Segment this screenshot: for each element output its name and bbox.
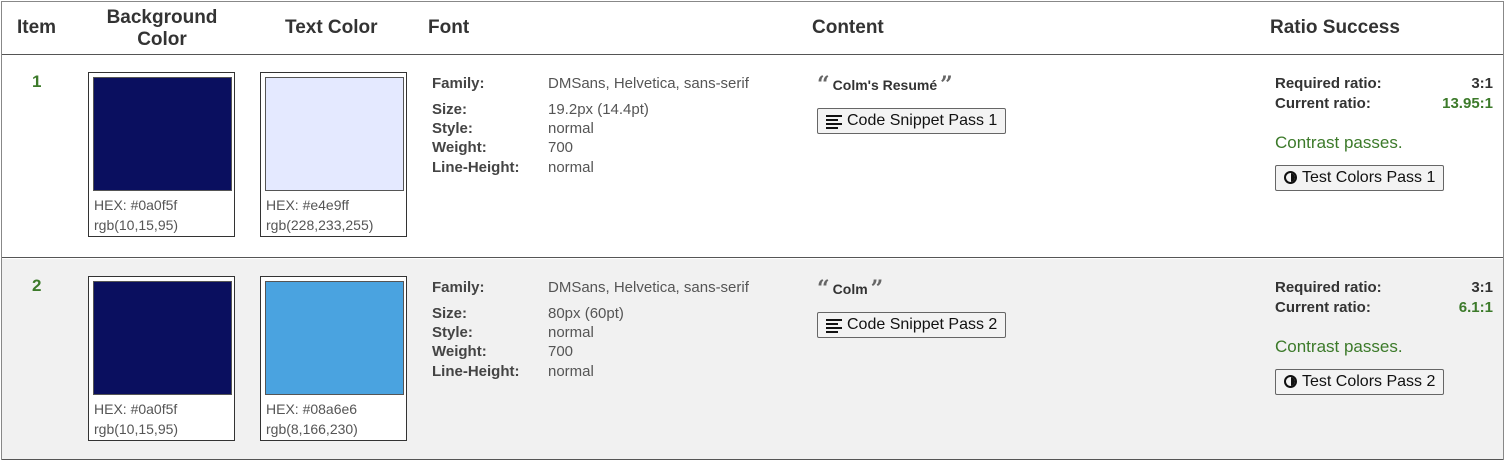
background-color-swatch [93,281,232,395]
family-value: DMSans, Helvetica, sans-serif [548,279,749,296]
required-ratio-value: 3:1 [1471,75,1493,92]
code-snippet-button-label: Code Snippet Pass 1 [847,112,998,129]
text-hex: HEX: #08a6e6 [266,401,358,417]
family-label: Family: [432,75,485,92]
line-height-value: normal [548,159,594,176]
line-height-label: Line-Height: [432,159,520,176]
contrast-results-table: Item Background Color Text Color Font Co… [1,1,1504,460]
style-value: normal [548,120,594,137]
quote-open-icon: “ [817,72,830,98]
code-snippet-button-label: Code Snippet Pass 2 [847,316,998,333]
text-color-swatch-box: HEX: #08a6e6 rgb(8,166,230) [260,276,407,441]
background-rgb: rgb(10,15,95) [94,421,179,437]
test-colors-button[interactable]: Test Colors Pass 1 [1275,165,1445,191]
contrast-icon [1284,375,1297,389]
current-ratio-label: Current ratio: [1275,299,1371,316]
text-color-swatch [265,281,404,395]
weight-value: 700 [548,343,574,360]
contrast-status: Contrast passes. [1275,337,1403,356]
size-value: 80px (60pt) [548,305,624,322]
item-number: 1 [32,72,42,91]
table-row: 1 HEX: #0a0f5f rgb(10,15,95) HEX: #e4e9f… [2,55,1503,258]
text-color-swatch-box: HEX: #e4e9ff rgb(228,233,255) [260,72,407,237]
item-number: 2 [32,276,42,295]
header-font: Font [428,17,470,38]
code-snippet-button[interactable]: Code Snippet Pass 1 [817,108,1007,134]
test-colors-button-label: Test Colors Pass 2 [1302,373,1436,390]
current-ratio-value: 13.95:1 [1442,95,1493,112]
text-rgb: rgb(228,233,255) [266,217,374,233]
background-color-swatch-box: HEX: #0a0f5f rgb(10,15,95) [88,72,235,237]
header-background-color: Background Color [106,7,218,50]
style-label: Style: [432,120,473,137]
code-snippet-button[interactable]: Code Snippet Pass 2 [817,312,1007,338]
family-value: DMSans, Helvetica, sans-serif [548,75,749,92]
table-header: Item Background Color Text Color Font Co… [2,2,1503,55]
quote-text: Colm's Resumé [832,77,938,93]
contrast-icon [1284,171,1297,185]
size-label: Size: [432,305,468,322]
weight-label: Weight: [432,139,487,156]
size-value: 19.2px (14.4pt) [548,101,649,118]
current-ratio-value: 6.1:1 [1458,299,1493,316]
current-ratio-label: Current ratio: [1275,95,1371,112]
background-hex: HEX: #0a0f5f [94,197,178,213]
test-colors-button[interactable]: Test Colors Pass 2 [1275,369,1445,395]
line-height-value: normal [548,363,594,380]
text-hex: HEX: #e4e9ff [266,197,350,213]
quote-text: Colm [832,281,868,297]
lines-icon [826,318,842,333]
contrast-status: Contrast passes. [1275,133,1403,152]
text-color-swatch [265,77,404,191]
content-quote: “Colm” [817,276,883,302]
weight-value: 700 [548,139,574,156]
background-color-swatch-box: HEX: #0a0f5f rgb(10,15,95) [88,276,235,441]
header-content: Content [812,17,884,38]
background-hex: HEX: #0a0f5f [94,401,178,417]
lines-icon [826,114,842,129]
weight-label: Weight: [432,343,487,360]
quote-close-icon: ” [940,72,953,98]
style-label: Style: [432,324,473,341]
background-color-swatch [93,77,232,191]
required-ratio-label: Required ratio: [1275,75,1382,92]
table-row: 2 HEX: #0a0f5f rgb(10,15,95) HEX: #08a6e… [2,259,1503,460]
header-ratio-success: Ratio Success [1270,17,1400,38]
family-label: Family: [432,279,485,296]
text-rgb: rgb(8,166,230) [266,421,358,437]
header-text-color: Text Color [285,17,378,38]
required-ratio-label: Required ratio: [1275,279,1382,296]
size-label: Size: [432,101,468,118]
background-rgb: rgb(10,15,95) [94,217,179,233]
required-ratio-value: 3:1 [1471,279,1493,296]
style-value: normal [548,324,594,341]
test-colors-button-label: Test Colors Pass 1 [1302,169,1436,186]
content-quote: “Colm's Resumé” [817,72,953,98]
quote-open-icon: “ [817,276,830,302]
quote-close-icon: ” [870,276,884,302]
header-item: Item [17,17,57,38]
line-height-label: Line-Height: [432,363,520,380]
